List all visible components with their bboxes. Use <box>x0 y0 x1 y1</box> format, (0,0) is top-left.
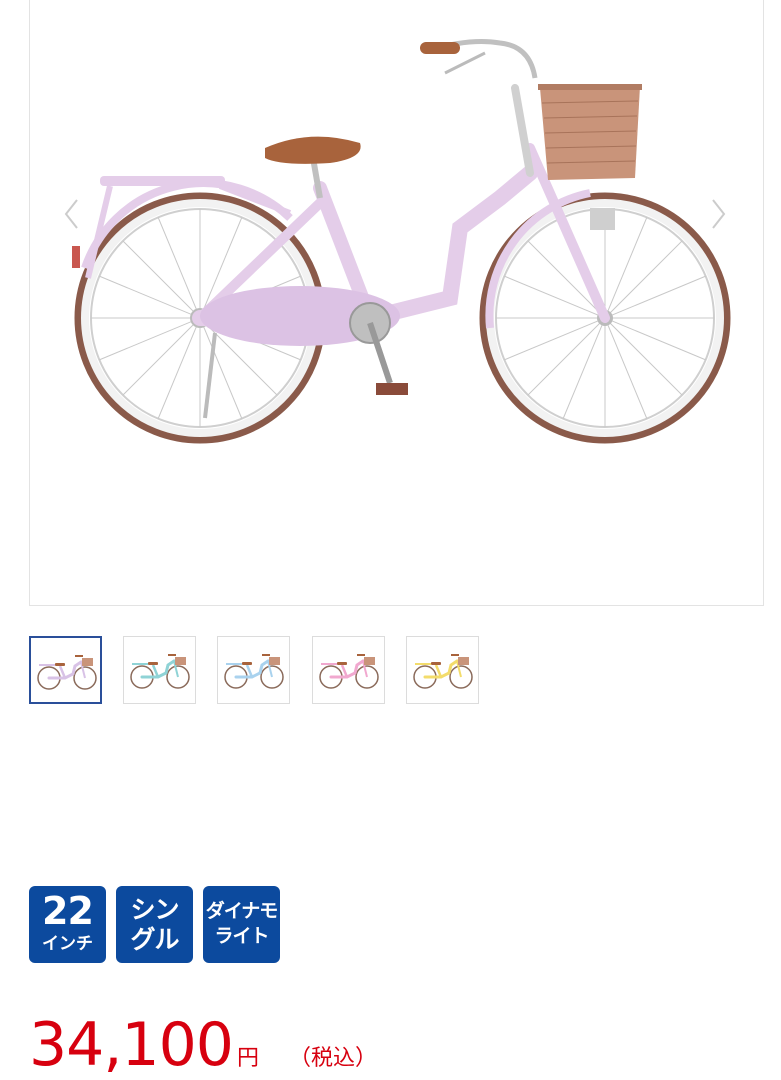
badge-gear-line1: シン <box>130 895 179 924</box>
thumbnail-light-blue[interactable] <box>217 636 290 704</box>
thumbnail-pink[interactable] <box>312 636 385 704</box>
bicycle-thumbnail-icon <box>224 654 284 689</box>
thumbnail-yellow[interactable] <box>406 636 479 704</box>
badge-gear-line2: グル <box>130 925 179 954</box>
price: 34,100 円 （税込） <box>29 1012 377 1078</box>
price-amount: 34,100 <box>29 1010 234 1080</box>
badge-size-unit: インチ <box>42 934 93 954</box>
badge-light-line2: ライト <box>214 925 269 947</box>
price-tax-note: （税込） <box>288 1046 377 1071</box>
bicycle-thumbnail-icon <box>37 655 97 690</box>
thumbnail-mint[interactable] <box>123 636 196 704</box>
price-currency: 円 <box>236 1046 259 1071</box>
bicycle-thumbnail-icon <box>319 654 379 689</box>
bicycle-thumbnail-icon <box>130 654 190 689</box>
badge-dynamo-light: ダイナモ ライト <box>203 886 280 963</box>
front-basket <box>538 84 642 180</box>
badge-light-line1: ダイナモ <box>205 900 279 922</box>
gallery-prev-button[interactable] <box>62 196 82 232</box>
saddle <box>265 136 361 164</box>
bicycle-main-image <box>72 39 731 444</box>
bicycle-thumbnail-icon <box>413 654 473 689</box>
gallery-next-button[interactable] <box>708 196 728 232</box>
handlebar <box>420 39 538 79</box>
badge-wheel-size: 22 インチ <box>29 886 106 963</box>
badge-single-gear: シン グル <box>116 886 193 963</box>
badge-size-number: 22 <box>42 889 94 933</box>
chevron-right-icon <box>712 199 726 229</box>
chevron-left-icon <box>64 199 78 229</box>
thumbnail-lavender[interactable] <box>29 636 102 704</box>
product-image-gallery <box>29 0 764 606</box>
